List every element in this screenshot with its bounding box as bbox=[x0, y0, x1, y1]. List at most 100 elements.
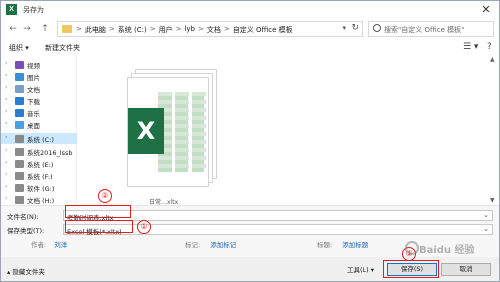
vertical-scrollbar[interactable]: ▲ ▼ bbox=[489, 56, 498, 204]
drive-icon bbox=[15, 135, 24, 143]
author-label: 作者: bbox=[31, 241, 47, 249]
annotation-filename-box bbox=[65, 205, 131, 218]
annotation-filetype-box bbox=[65, 220, 133, 233]
window-title: 另存为 bbox=[23, 6, 44, 14]
sidebar-item-label: 系统 (E:) bbox=[27, 161, 54, 169]
breadcrumb-item[interactable]: lyb bbox=[184, 25, 195, 35]
filename-label: 文件名(N): bbox=[7, 213, 39, 221]
chevron-right-icon[interactable]: › bbox=[5, 195, 7, 202]
chevron-right-icon[interactable]: › bbox=[5, 108, 7, 115]
breadcrumb-item[interactable]: 自定义 Office 模板 bbox=[233, 25, 293, 35]
breadcrumb-item[interactable]: 此电脑 bbox=[85, 25, 106, 35]
chevron-right-icon[interactable]: › bbox=[5, 183, 7, 190]
sidebar-item-label: 图片 bbox=[27, 74, 40, 82]
chevron-right-icon[interactable]: › bbox=[5, 96, 7, 103]
sheet-front: X bbox=[127, 77, 209, 187]
download-icon bbox=[15, 97, 24, 105]
chevron-right-icon[interactable]: › bbox=[5, 171, 7, 178]
sidebar-item-label: 软件 (G:) bbox=[27, 185, 55, 193]
filetype-label: 保存类型(T): bbox=[7, 227, 45, 235]
sidebar-item-label: 系统 (C:) bbox=[27, 136, 54, 144]
chevron-right-icon[interactable]: › bbox=[5, 159, 7, 166]
drive-icon bbox=[15, 196, 24, 204]
back-button[interactable]: ← bbox=[7, 23, 19, 35]
cancel-button[interactable]: 取消 bbox=[441, 263, 491, 276]
address-dropdown-icon[interactable]: ▾ bbox=[342, 24, 346, 32]
watermark-text: Baidu 经验 bbox=[419, 245, 475, 256]
organize-button[interactable]: 组织 ▾ bbox=[9, 43, 29, 53]
tags-meta: 标记: 添加标记 bbox=[185, 239, 236, 249]
add-tag-link[interactable]: 添加标记 bbox=[210, 241, 236, 249]
author-link[interactable]: 刘洋 bbox=[54, 241, 67, 249]
pictures-icon bbox=[15, 73, 24, 81]
sidebar-item-drive-c[interactable]: › 系统 (C:) bbox=[1, 133, 77, 144]
breadcrumb-item[interactable]: 用户 bbox=[159, 25, 173, 35]
navigation-row: ← → ↑ > 此电脑 > 系统 (C:) > 用户 > lyb > 文档 > … bbox=[1, 19, 499, 39]
search-icon bbox=[373, 24, 381, 32]
forward-button[interactable]: → bbox=[21, 23, 33, 35]
template-file-thumbnail[interactable]: X bbox=[127, 69, 217, 187]
scroll-down-icon[interactable]: ▼ bbox=[490, 197, 495, 204]
chevron-down-icon[interactable]: ⌄ bbox=[483, 211, 489, 219]
sidebar-item-label: 文档 bbox=[27, 86, 40, 94]
video-icon bbox=[15, 61, 24, 69]
title-bar: X 另存为 ✕ bbox=[1, 1, 499, 19]
add-title-link[interactable]: 添加标题 bbox=[342, 241, 368, 249]
breadcrumb-separator: > bbox=[175, 25, 182, 33]
address-bar[interactable]: > 此电脑 > 系统 (C:) > 用户 > lyb > 文档 > 自定义 Of… bbox=[57, 21, 363, 37]
chevron-right-icon[interactable]: › bbox=[5, 120, 7, 127]
breadcrumb-separator: > bbox=[149, 25, 156, 33]
sidebar-item-music[interactable]: › 音乐 bbox=[5, 107, 77, 118]
sidebar-item-label: 下载 bbox=[27, 98, 40, 106]
sidebar-item-label: 视频 bbox=[27, 62, 40, 70]
music-icon bbox=[15, 109, 24, 117]
chevron-right-icon[interactable]: › bbox=[5, 84, 7, 91]
sidebar-item-drive-f[interactable]: › 系统 (F:) bbox=[5, 170, 77, 181]
sidebar-item-label: 音乐 bbox=[27, 110, 40, 118]
annotation-step-2: ② bbox=[98, 189, 112, 203]
sidebar-item-documents[interactable]: › 文档 bbox=[5, 83, 77, 94]
sidebar-item-pictures[interactable]: › 图片 bbox=[5, 71, 77, 82]
tags-label: 标记: bbox=[185, 241, 201, 249]
chevron-right-icon[interactable]: › bbox=[5, 134, 7, 141]
up-button[interactable]: ↑ bbox=[39, 23, 51, 35]
sidebar-item-videos[interactable]: › 视频 bbox=[5, 59, 77, 70]
new-folder-button[interactable]: 新建文件夹 bbox=[45, 43, 80, 53]
chevron-right-icon[interactable]: › bbox=[5, 72, 7, 79]
breadcrumb-item[interactable]: 系统 (C:) bbox=[118, 25, 147, 35]
breadcrumb-separator: > bbox=[223, 25, 230, 33]
sidebar-item-desktop[interactable]: › 桌面 bbox=[5, 119, 77, 130]
annotation-step-1: ① bbox=[137, 220, 151, 234]
close-button[interactable]: ✕ bbox=[479, 3, 493, 17]
annotation-save-box bbox=[383, 260, 439, 278]
tools-menu-button[interactable]: 工具(L) ▾ bbox=[347, 264, 374, 274]
sidebar-item-downloads[interactable]: › 下载 bbox=[5, 95, 77, 106]
sidebar-item-drive-e[interactable]: › 系统 (E:) bbox=[5, 158, 77, 169]
refresh-icon[interactable]: ↻ bbox=[351, 23, 359, 33]
breadcrumb-separator: > bbox=[76, 25, 82, 33]
sidebar-item-drive-g[interactable]: › 软件 (G:) bbox=[5, 182, 77, 193]
watermark-logo-icon bbox=[405, 241, 419, 255]
excel-app-icon: X bbox=[6, 4, 17, 15]
command-bar: 组织 ▾ 新建文件夹 ☰ ▾ ? bbox=[1, 40, 499, 56]
author-meta: 作者: 刘洋 bbox=[31, 239, 67, 249]
breadcrumb-separator: > bbox=[108, 25, 115, 33]
drive-icon bbox=[15, 184, 24, 192]
sidebar-item-label: 文档 (H:) bbox=[27, 197, 55, 205]
breadcrumb: > 此电脑 > 系统 (C:) > 用户 > lyb > 文档 > 自定义 Of… bbox=[76, 25, 293, 35]
breadcrumb-item[interactable]: 文档 bbox=[207, 25, 221, 35]
scroll-up-icon[interactable]: ▲ bbox=[490, 56, 495, 63]
help-icon[interactable]: ? bbox=[487, 42, 492, 52]
sidebar-item-drive-h[interactable]: › 文档 (H:) bbox=[5, 194, 77, 205]
sidebar-item-label: 系统 (F:) bbox=[27, 173, 53, 181]
title-meta: 标题: 添加标题 bbox=[317, 239, 368, 249]
view-options-icon[interactable]: ☰ ▾ bbox=[463, 42, 478, 52]
hide-folders-button[interactable]: ▴ 隐藏文件夹 bbox=[7, 266, 45, 276]
title-label: 标题: bbox=[317, 241, 333, 249]
chevron-right-icon[interactable]: › bbox=[5, 147, 7, 154]
sidebar-item-drive-lssb[interactable]: › 系统2016_lssb bbox=[5, 146, 77, 157]
navigation-pane: › 视频 › 图片 › 文档 › 下载 › 音乐 › 桌面 › 系统 (C:) … bbox=[1, 56, 77, 205]
search-input[interactable]: 搜索"自定义 Office 模板" bbox=[368, 21, 494, 37]
chevron-right-icon[interactable]: › bbox=[5, 60, 7, 67]
chevron-down-icon[interactable]: ⌄ bbox=[483, 225, 489, 233]
